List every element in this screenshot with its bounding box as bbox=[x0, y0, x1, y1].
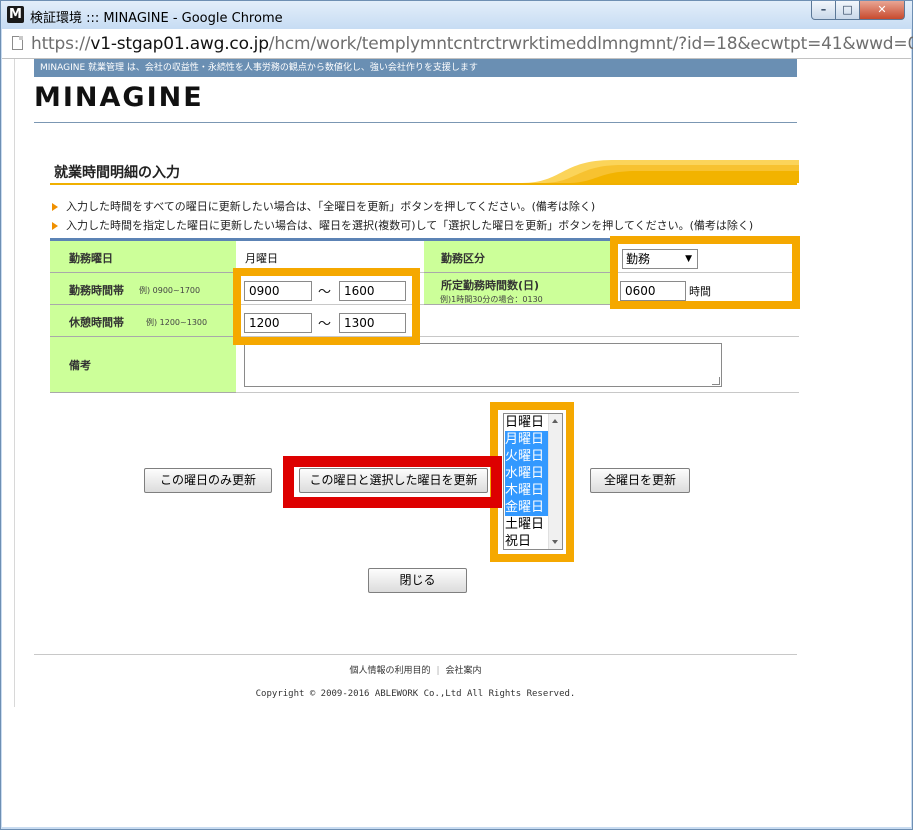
left-margin bbox=[2, 59, 12, 709]
scroll-down-arrow-icon[interactable] bbox=[552, 540, 558, 544]
update-this-day-button[interactable]: この曜日のみ更新 bbox=[144, 468, 272, 493]
work-type-select[interactable]: 勤務 ▼ bbox=[622, 249, 698, 269]
url-scheme: https:// bbox=[31, 34, 91, 54]
maximize-button[interactable]: □ bbox=[835, 1, 860, 20]
section-title: 就業時間明細の入力 bbox=[54, 165, 180, 181]
url-path: /hcm/work/templymntcntrctrwrktimeddlmngm… bbox=[268, 34, 913, 54]
section-title-underline bbox=[50, 183, 797, 185]
scroll-up-arrow-icon[interactable] bbox=[552, 419, 558, 423]
break-end-input[interactable]: 1300 bbox=[339, 313, 406, 333]
weekday-listbox[interactable]: 日曜日 月曜日 火曜日 水曜日 木曜日 金曜日 土曜日 祝日 bbox=[503, 413, 563, 550]
scheduled-hours-label: 所定勤務時間数(日) bbox=[441, 279, 540, 292]
listbox-option[interactable]: 木曜日 bbox=[505, 482, 549, 499]
update-selected-days-button[interactable]: この曜日と選択した曜日を更新 bbox=[299, 468, 488, 493]
weekday-label: 勤務曜日 bbox=[69, 252, 113, 265]
resize-grip-icon[interactable] bbox=[712, 377, 720, 385]
footer-links: 個人情報の利用目的 | 会社案内 bbox=[2, 663, 829, 676]
break-hours-label-cell: 休憩時間帯 例) 1200~1300 bbox=[50, 305, 236, 337]
weekday-value-cell: 月曜日 bbox=[236, 241, 424, 273]
listbox-option[interactable]: 土曜日 bbox=[505, 516, 549, 533]
header-divider bbox=[34, 122, 797, 123]
privacy-link[interactable]: 個人情報の利用目的 bbox=[349, 666, 430, 676]
instruction-note-selected: 入力した時間を指定した曜日に更新したい場合は、曜日を選択(複数可)して「選択した… bbox=[52, 217, 753, 233]
close-button[interactable]: 閉じる bbox=[368, 568, 467, 593]
app-logo-icon: M bbox=[7, 6, 24, 23]
listbox-option[interactable]: 日曜日 bbox=[505, 414, 549, 431]
bullet-arrow-icon bbox=[52, 203, 58, 211]
work-type-label: 勤務区分 bbox=[441, 252, 485, 265]
title-swoosh-decoration bbox=[522, 160, 799, 183]
remarks-label: 備考 bbox=[69, 359, 91, 372]
minimize-button[interactable]: – bbox=[811, 1, 836, 20]
weekday-label-cell: 勤務曜日 bbox=[50, 241, 236, 273]
scheduled-hours-example: 例)1時間30分の場合：0130 bbox=[440, 295, 543, 304]
work-hours-tilde: ～ bbox=[318, 285, 332, 300]
url-text[interactable]: https://v1-stgap01.awg.co.jp/hcm/work/te… bbox=[31, 34, 913, 54]
work-end-input[interactable]: 1600 bbox=[339, 281, 406, 301]
work-type-selected: 勤務 bbox=[626, 252, 651, 266]
listbox-option[interactable]: 月曜日 bbox=[505, 431, 549, 448]
left-border-line bbox=[14, 59, 15, 707]
window-title: 検証環境 ::: MINAGINE - Google Chrome bbox=[30, 11, 283, 26]
break-hours-example: 例) 1200~1300 bbox=[146, 318, 208, 327]
listbox-option[interactable]: 金曜日 bbox=[505, 499, 549, 516]
url-host: v1-stgap01.awg.co.jp bbox=[90, 34, 269, 54]
remarks-label-cell: 備考 bbox=[50, 337, 236, 393]
copyright-text: Copyright © 2009-2016 ABLEWORK Co.,Ltd A… bbox=[255, 689, 576, 699]
chevron-down-icon: ▼ bbox=[685, 254, 692, 264]
minagine-logo: MINAGINE bbox=[34, 82, 204, 113]
scheduled-hours-input[interactable]: 0600 bbox=[620, 281, 686, 301]
update-all-days-button[interactable]: 全曜日を更新 bbox=[590, 468, 690, 493]
instruction-note-all: 入力した時間をすべての曜日に更新したい場合は、「全曜日を更新」ボタンを押してくだ… bbox=[52, 198, 595, 214]
listbox-option[interactable]: 祝日 bbox=[505, 533, 549, 549]
scheduled-hours-unit: 時間 bbox=[689, 285, 711, 298]
work-type-label-cell: 勤務区分 bbox=[424, 241, 612, 273]
note-text: 入力した時間をすべての曜日に更新したい場合は、「全曜日を更新」ボタンを押してくだ… bbox=[66, 200, 596, 213]
remarks-textarea[interactable] bbox=[244, 343, 722, 387]
work-start-input[interactable]: 0900 bbox=[244, 281, 312, 301]
work-hours-label-cell: 勤務時間帯 例) 0900~1700 bbox=[50, 273, 236, 305]
note-text: 入力した時間を指定した曜日に更新したい場合は、曜日を選択(複数可)して「選択した… bbox=[66, 219, 754, 232]
top-banner: MINAGINE 就業管理 は、会社の収益性・永続性を人事労務の観点から数値化し… bbox=[34, 59, 797, 77]
break-hours-label: 休憩時間帯 bbox=[69, 316, 124, 329]
listbox-option[interactable]: 火曜日 bbox=[505, 448, 549, 465]
footer-link-separator: | bbox=[436, 666, 440, 676]
page-viewport: MINAGINE 就業管理 は、会社の収益性・永続性を人事労務の観点から数値化し… bbox=[2, 59, 911, 827]
listbox-option[interactable]: 水曜日 bbox=[505, 465, 549, 482]
break-hours-tilde: ～ bbox=[318, 317, 332, 332]
footer-divider bbox=[34, 654, 797, 655]
weekday-value: 月曜日 bbox=[245, 252, 278, 265]
bullet-arrow-icon bbox=[52, 222, 58, 230]
company-link[interactable]: 会社案内 bbox=[446, 666, 482, 676]
title-bar[interactable]: M 検証環境 ::: MINAGINE - Google Chrome – □ … bbox=[1, 1, 912, 29]
browser-window: M 検証環境 ::: MINAGINE - Google Chrome – □ … bbox=[0, 0, 913, 830]
break-start-input[interactable]: 1200 bbox=[244, 313, 312, 333]
page-icon bbox=[12, 36, 23, 50]
scheduled-hours-label-cell: 所定勤務時間数(日) 例)1時間30分の場合：0130 bbox=[424, 273, 612, 305]
work-hours-label: 勤務時間帯 bbox=[69, 284, 124, 297]
listbox-scrollbar[interactable] bbox=[548, 414, 562, 549]
address-bar[interactable]: https://v1-stgap01.awg.co.jp/hcm/work/te… bbox=[2, 29, 913, 59]
work-hours-example: 例) 0900~1700 bbox=[139, 286, 201, 295]
close-window-button[interactable]: ✕ bbox=[859, 1, 905, 20]
